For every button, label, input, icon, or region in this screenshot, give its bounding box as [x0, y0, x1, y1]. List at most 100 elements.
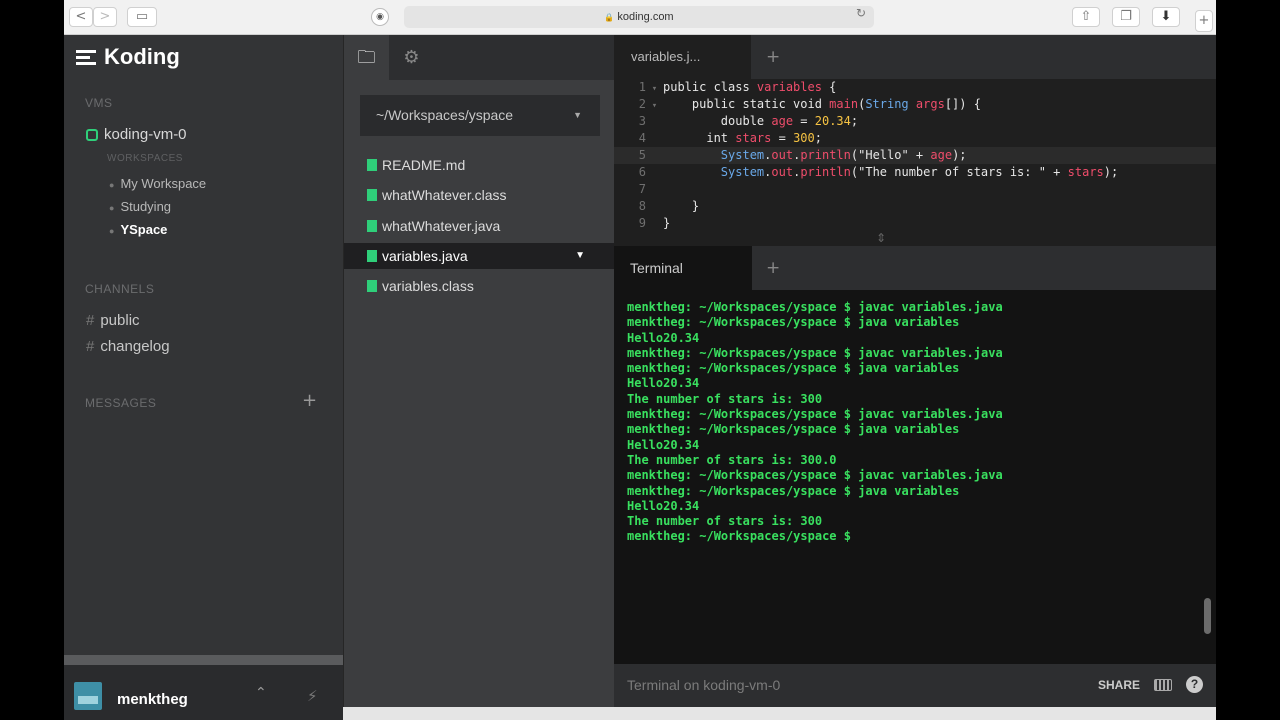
reload-icon[interactable]: ↻ [856, 6, 866, 20]
tab-terminal[interactable]: Terminal [614, 246, 752, 290]
code-line: 1 ▾ public class variables { [614, 79, 1216, 96]
messages-header: MESSAGES [85, 396, 157, 410]
chevron-down-icon[interactable]: ▼ [575, 243, 585, 269]
tabs-icon[interactable]: ❐ [1112, 7, 1140, 27]
keyboard-icon[interactable] [1154, 679, 1172, 691]
downloads-icon[interactable]: ⬇ [1152, 7, 1180, 27]
menu-icon[interactable] [76, 47, 96, 68]
code-line: 2 ▾ public static void main(String args[]… [614, 96, 1216, 113]
browser-toolbar: < > ▭ ◉ 🔒 koding.com ↻ ⇧ ❐ ⬇ + [64, 0, 1216, 35]
channel-label: changelog [100, 338, 170, 355]
file-name: variables.class [382, 278, 474, 294]
file-name: variables.java [382, 248, 468, 264]
back-button[interactable]: < [69, 7, 93, 27]
file-icon [367, 250, 377, 262]
code-line: 6 System.out.println("The number of star… [614, 164, 1216, 181]
avatar[interactable] [74, 682, 102, 710]
code-line-active: 5 System.out.println("Hello" + age); [614, 147, 1216, 164]
sidebar-toggle-icon[interactable]: ▭ [127, 7, 157, 27]
koding-logo[interactable]: Koding [76, 43, 180, 71]
add-message-icon[interactable]: + [302, 390, 317, 411]
code-line: 7 [614, 181, 1216, 198]
bolt-icon[interactable]: ⚡ [307, 687, 318, 705]
terminal-line: Hello20.34 [627, 376, 700, 391]
add-terminal-icon[interactable]: + [766, 246, 780, 290]
terminal-line: menktheg: ~/Workspaces/yspace $ java var… [627, 483, 960, 498]
terminal-line: menktheg: ~/Workspaces/yspace $ java var… [627, 315, 960, 330]
terminal-output[interactable]: menktheg: ~/Workspaces/yspace $ javac va… [627, 300, 1207, 545]
terminal-prompt: menktheg: ~/Workspaces/yspace $ [627, 529, 851, 544]
code-line: 8 } [614, 198, 1216, 215]
address-bar[interactable]: 🔒 koding.com ↻ [404, 6, 874, 28]
terminal-line: Hello20.34 [627, 498, 700, 513]
terminal-line: menktheg: ~/Workspaces/yspace $ java var… [627, 361, 960, 376]
lock-icon: 🔒 [604, 13, 615, 22]
reader-icon[interactable]: ◉ [371, 8, 389, 26]
file-item[interactable]: whatWhatever.java [344, 213, 615, 239]
file-item-selected[interactable]: variables.java ▼ [344, 243, 615, 269]
help-icon[interactable]: ? [1186, 676, 1203, 693]
folder-icon[interactable]: 🗀 [344, 35, 389, 80]
share-icon[interactable]: ⇧ [1072, 7, 1100, 27]
vm-name: koding-vm-0 [104, 126, 187, 143]
app-name: Koding [104, 44, 180, 69]
hash-icon: # [86, 338, 95, 355]
file-icon [367, 280, 377, 292]
terminal-scrollbar[interactable] [1204, 598, 1211, 634]
channel-item[interactable]: # public [86, 312, 140, 329]
vm-item[interactable]: koding-vm-0 [86, 126, 187, 143]
line-number: 8 [638, 199, 646, 213]
gear-icon[interactable]: ⚙ [389, 35, 434, 80]
file-item[interactable]: variables.class [344, 273, 615, 299]
terminal-line: menktheg: ~/Workspaces/yspace $ java var… [627, 422, 960, 437]
code-line: 4 int stars = 300; [614, 130, 1216, 147]
sidebar: Koding VMS koding-vm-0 WORKSPACES ● My Wo… [64, 35, 343, 720]
chevron-up-icon[interactable]: ⌃ [255, 685, 267, 701]
terminal-status-label: Terminal on koding-vm-0 [627, 677, 781, 693]
horizontal-scrollbar[interactable] [343, 707, 1216, 720]
terminal-status-bar: Terminal on koding-vm-0 SHARE ? [614, 664, 1216, 707]
line-number: 3 [638, 114, 646, 128]
new-tab-icon[interactable]: + [1195, 10, 1213, 32]
terminal-line: menktheg: ~/Workspaces/yspace $ javac va… [627, 345, 1003, 360]
resize-cursor-icon: ⇕ [876, 231, 887, 245]
workspace-label: Studying [120, 199, 172, 214]
username[interactable]: menktheg [117, 691, 188, 708]
bullet-icon: ● [109, 203, 115, 213]
workspace-item-active[interactable]: ● YSpace [109, 222, 167, 237]
file-name: README.md [382, 157, 466, 173]
terminal-line: Hello20.34 [627, 330, 700, 345]
user-bar: menktheg ⌃ ⚡ [64, 665, 343, 720]
forward-button[interactable]: > [93, 7, 117, 27]
sidebar-divider [64, 655, 343, 665]
chevron-down-icon: ▼ [573, 110, 582, 120]
line-number: 2 [638, 97, 646, 111]
bullet-icon: ● [109, 226, 115, 236]
terminal-panel[interactable]: Terminal + menktheg: ~/Workspaces/yspace… [614, 246, 1216, 707]
workspace-label: YSpace [120, 222, 168, 237]
workspace-label: My Workspace [120, 176, 207, 191]
editor-tabs: variables.j... + [614, 35, 1216, 79]
file-item[interactable]: README.md [344, 152, 615, 178]
file-panel-tabs: 🗀 ⚙ [344, 35, 615, 80]
line-number: 5 [638, 148, 646, 162]
code-editor[interactable]: variables.j... + 1 ▾ public class variable… [614, 35, 1216, 246]
workspace-item[interactable]: ● My Workspace [109, 176, 206, 191]
line-number: 1 [638, 80, 646, 94]
channel-item[interactable]: # changelog [86, 338, 170, 355]
terminal-line: menktheg: ~/Workspaces/yspace $ javac va… [627, 468, 1003, 483]
code-line: 9} [614, 215, 1216, 232]
path-text: ~/Workspaces/yspace [376, 107, 514, 123]
workspace-item[interactable]: ● Studying [109, 199, 171, 214]
vm-status-icon [86, 128, 98, 141]
tab-variables-java[interactable]: variables.j... [614, 35, 751, 79]
add-tab-icon[interactable]: + [766, 35, 780, 79]
file-item[interactable]: whatWhatever.class [344, 182, 615, 208]
share-button[interactable]: SHARE [1098, 664, 1140, 707]
hash-icon: # [86, 312, 95, 329]
terminal-line: The number of stars is: 300 [627, 391, 823, 406]
file-icon [367, 189, 377, 201]
channel-label: public [100, 312, 140, 329]
workspace-path-select[interactable]: ~/Workspaces/yspace ▼ [360, 95, 600, 136]
code-line: 3 double age = 20.34; [614, 113, 1216, 130]
